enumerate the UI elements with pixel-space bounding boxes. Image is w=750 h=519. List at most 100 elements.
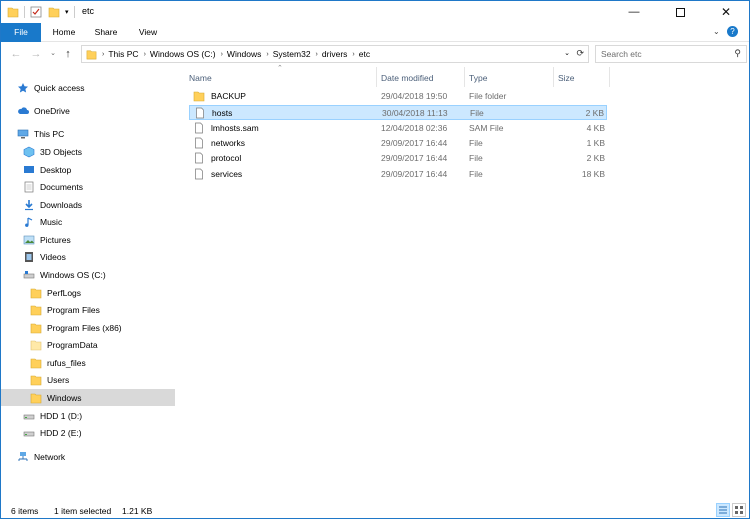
tab-file[interactable]: File <box>1 23 41 42</box>
file-name: networks <box>211 138 246 148</box>
breadcrumb-windows-os[interactable]: Windows OS (C:) <box>150 49 216 59</box>
folder-icon[interactable] <box>7 6 19 18</box>
file-size: 2 KB <box>586 153 605 163</box>
sidebar-item-windows[interactable]: Windows <box>1 389 175 406</box>
sidebar-item-label: Quick access <box>34 82 85 93</box>
sidebar-item-perflogs[interactable]: PerfLogs <box>30 284 175 301</box>
sidebar-item-users[interactable]: Users <box>30 371 175 388</box>
sidebar-item-label: Music <box>40 216 63 227</box>
sidebar-item-this-pc[interactable]: This PC <box>17 125 167 142</box>
maximize-icon <box>675 7 685 17</box>
sidebar-item-windows-os[interactable]: Windows OS (C:) <box>23 266 173 283</box>
folder-icon <box>30 358 42 368</box>
close-button[interactable]: ✕ <box>703 1 749 23</box>
expand-ribbon-icon[interactable]: ⌄ <box>713 27 720 36</box>
search-input[interactable]: Search etc ⚲ <box>595 45 747 63</box>
sidebar-item-music[interactable]: Music <box>23 213 173 230</box>
star-icon <box>18 82 28 92</box>
breadcrumb-etc[interactable]: etc <box>359 49 370 59</box>
breadcrumb-system32[interactable]: System32 <box>273 49 311 59</box>
sidebar-item-label: Users <box>47 374 70 385</box>
address-dropdown-icon[interactable]: ⌄ <box>564 49 570 57</box>
chevron-right-icon[interactable]: › <box>221 51 223 58</box>
file-name: services <box>211 169 243 179</box>
chevron-right-icon[interactable]: › <box>144 51 146 58</box>
chevron-right-icon[interactable]: › <box>352 51 354 58</box>
forward-button[interactable]: → <box>29 47 43 61</box>
file-date: 29/09/2017 16:44 <box>381 138 448 148</box>
new-folder-icon[interactable] <box>48 6 60 18</box>
sidebar-item-rufus-files[interactable]: rufus_files <box>30 354 175 371</box>
forward-arrow-icon: → <box>30 48 42 60</box>
table-row[interactable]: protocol 29/09/2017 16:44 File 2 KB <box>189 151 607 166</box>
ribbon-tabs: File Home Share View ⌄ ? <box>1 23 749 42</box>
navigation-bar: ← → ⌄ ↑ › This PC › Windows OS (C:) › Wi… <box>1 42 749 66</box>
chevron-right-icon[interactable]: › <box>266 51 268 58</box>
large-icons-view-icon <box>735 506 743 514</box>
file-icon <box>196 107 204 119</box>
column-divider[interactable] <box>609 67 610 87</box>
column-header-size[interactable]: Size <box>553 69 609 87</box>
sidebar-item-label: ProgramData <box>47 339 98 350</box>
maximize-button[interactable] <box>657 1 703 23</box>
breadcrumb-windows[interactable]: Windows <box>227 49 261 59</box>
explorer-window: ▾ etc — ✕ File Home Share View ⌄ ? ← → ⌄… <box>0 0 750 519</box>
documents-icon <box>24 181 34 192</box>
breadcrumb-drivers[interactable]: drivers <box>322 49 348 59</box>
file-type: SAM File <box>469 123 504 133</box>
address-bar[interactable]: › This PC › Windows OS (C:) › Windows › … <box>81 45 589 63</box>
sidebar-item-hdd2[interactable]: HDD 2 (E:) <box>23 424 173 441</box>
chevron-right-icon[interactable]: › <box>316 51 318 58</box>
table-row[interactable]: hosts 30/04/2018 11:13 File 2 KB <box>189 105 607 120</box>
breadcrumb-this-pc[interactable]: This PC <box>108 49 138 59</box>
tab-view[interactable]: View <box>129 23 167 42</box>
sidebar-item-videos[interactable]: Videos <box>23 248 173 265</box>
table-row[interactable]: services 29/09/2017 16:44 File 18 KB <box>189 167 607 182</box>
column-header-date[interactable]: Date modified <box>376 69 464 87</box>
refresh-icon[interactable]: ⟳ <box>576 48 584 59</box>
properties-icon[interactable] <box>30 6 42 18</box>
sidebar-item-label: OneDrive <box>34 105 70 116</box>
drive-icon <box>23 431 35 436</box>
sidebar-item-programdata[interactable]: ProgramData <box>30 336 175 353</box>
sidebar-item-label: Program Files (x86) <box>47 322 122 333</box>
folder-icon <box>30 323 42 333</box>
sidebar-item-label: Windows OS (C:) <box>40 269 106 280</box>
customize-toolbar-icon[interactable]: ▾ <box>65 8 69 16</box>
sidebar-item-quick-access[interactable]: Quick access <box>17 79 167 96</box>
table-row[interactable]: networks 29/09/2017 16:44 File 1 KB <box>189 136 607 151</box>
sidebar-item-onedrive[interactable]: OneDrive <box>17 102 167 119</box>
sidebar-item-downloads[interactable]: Downloads <box>23 196 173 213</box>
file-date: 29/09/2017 16:44 <box>381 169 448 179</box>
selection-status: 1 item selected <box>54 506 112 516</box>
help-icon[interactable]: ? <box>727 26 738 37</box>
recent-locations-button[interactable]: ⌄ <box>46 47 60 61</box>
sidebar-item-hdd1[interactable]: HDD 1 (D:) <box>23 407 173 424</box>
details-view-button[interactable] <box>716 503 730 517</box>
table-row[interactable]: lmhosts.sam 12/04/2018 02:36 SAM File 4 … <box>189 121 607 136</box>
sidebar-item-label: This PC <box>34 128 65 139</box>
table-row[interactable]: BACKUP 29/04/2018 19:50 File folder <box>189 89 607 104</box>
large-icons-view-button[interactable] <box>732 503 746 517</box>
search-icon: ⚲ <box>734 48 741 58</box>
title-bar: ▾ etc — ✕ <box>1 1 749 23</box>
minimize-button[interactable]: — <box>611 1 657 23</box>
sidebar-item-desktop[interactable]: Desktop <box>23 161 173 178</box>
sidebar-item-pictures[interactable]: Pictures <box>23 231 173 248</box>
sidebar-item-program-files-x86[interactable]: Program Files (x86) <box>30 319 175 336</box>
tab-home[interactable]: Home <box>45 23 83 42</box>
column-header-name[interactable]: Name <box>184 69 372 87</box>
tab-share[interactable]: Share <box>87 23 125 42</box>
computer-icon <box>17 129 29 138</box>
sidebar-item-3d-objects[interactable]: 3D Objects <box>23 143 173 160</box>
sidebar-item-program-files[interactable]: Program Files <box>30 301 175 318</box>
sidebar-item-label: Videos <box>40 251 66 262</box>
column-header-type[interactable]: Type <box>464 69 552 87</box>
back-button[interactable]: ← <box>9 47 23 61</box>
file-icon <box>195 137 203 149</box>
up-button[interactable]: ↑ <box>61 47 75 61</box>
back-arrow-icon: ← <box>10 48 22 60</box>
sidebar-item-documents[interactable]: Documents <box>23 178 173 195</box>
sidebar-item-network[interactable]: Network <box>17 448 167 465</box>
folder-icon <box>30 305 42 315</box>
